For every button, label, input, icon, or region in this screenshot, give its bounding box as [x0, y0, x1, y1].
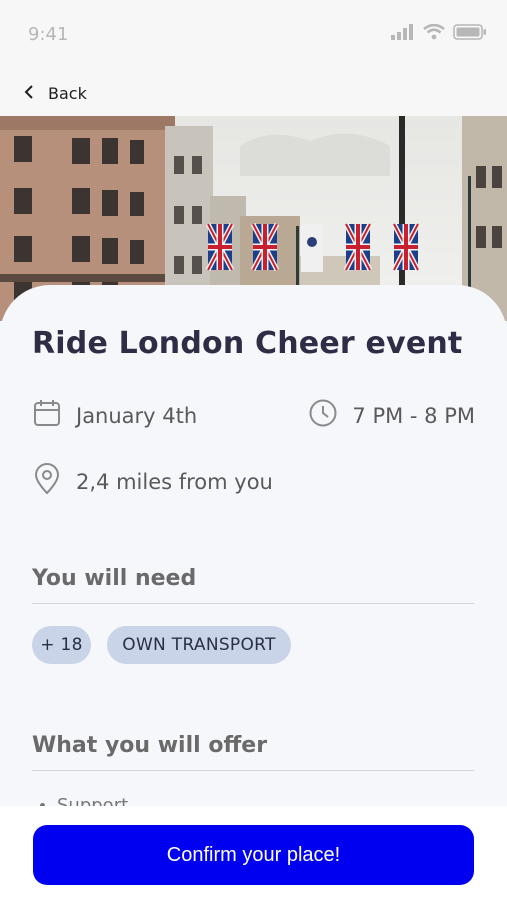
event-distance: 2,4 miles from you	[32, 463, 273, 500]
event-time: 7 PM - 8 PM	[308, 398, 475, 433]
back-button[interactable]: Back	[24, 84, 87, 103]
event-date: January 4th	[32, 398, 197, 433]
top-nav: Back	[0, 70, 507, 116]
battery-icon	[453, 24, 487, 44]
event-date-text: January 4th	[76, 403, 198, 428]
location-pin-icon	[32, 463, 62, 500]
chip-transport: OWN TRANSPORT	[107, 626, 291, 664]
back-chevron-icon	[24, 84, 34, 103]
signal-icon	[391, 24, 415, 44]
offer-heading: What you will offer	[32, 733, 268, 758]
calendar-icon	[32, 398, 62, 433]
status-bar: 9:41	[0, 0, 507, 70]
back-label: Back	[48, 83, 87, 103]
need-heading: You will need	[32, 566, 197, 591]
confirm-place-button[interactable]: Confirm your place!	[33, 825, 474, 885]
chip-age: + 18	[32, 626, 91, 664]
offer-divider	[32, 770, 474, 771]
event-title: Ride London Cheer event	[32, 326, 463, 361]
wifi-icon	[423, 23, 445, 44]
status-time: 9:41	[28, 24, 69, 45]
event-distance-text: 2,4 miles from you	[76, 469, 273, 494]
event-time-text: 7 PM - 8 PM	[352, 403, 475, 428]
clock-icon	[308, 398, 338, 433]
status-icons	[391, 23, 487, 44]
need-divider	[32, 603, 474, 604]
